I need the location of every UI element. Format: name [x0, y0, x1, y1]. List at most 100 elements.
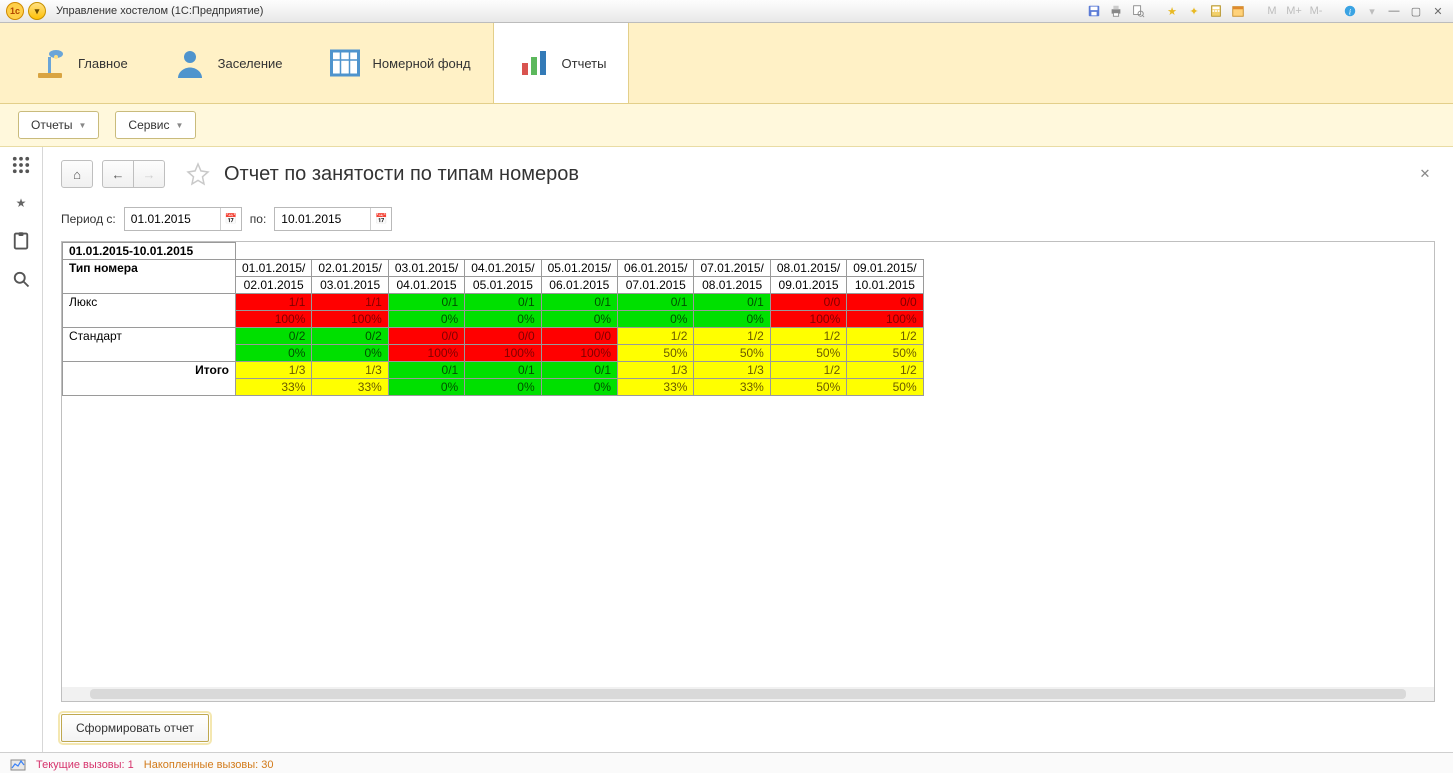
date-range-header: 01.01.2015-10.01.2015	[63, 243, 236, 260]
date-col-header-l2: 03.01.2015	[312, 277, 388, 294]
occupancy-cell: 0/1	[541, 294, 617, 311]
info-icon[interactable]: i	[1341, 3, 1359, 19]
occupancy-cell: 0/0	[465, 328, 541, 345]
occupancy-cell: 0/2	[236, 328, 312, 345]
favorite-list-icon[interactable]: ✦	[1185, 3, 1203, 19]
nav-back-button[interactable]: ←	[102, 160, 134, 188]
occupancy-pct-cell: 50%	[847, 379, 923, 396]
occupancy-cell: 0/2	[312, 328, 388, 345]
separator-icon	[1329, 3, 1337, 19]
date-col-header-l2: 10.01.2015	[847, 277, 923, 294]
nav-reports[interactable]: Отчеты	[493, 23, 630, 103]
occupancy-pct-cell: 0%	[312, 345, 388, 362]
window-titlebar: 1c ▾ Управление хостелом (1С:Предприятие…	[0, 0, 1453, 23]
save-icon[interactable]	[1085, 3, 1103, 19]
generate-report-button[interactable]: Сформировать отчет	[61, 714, 209, 742]
date-col-header-l2: 09.01.2015	[770, 277, 846, 294]
report-container[interactable]: 01.01.2015-10.01.2015Тип номера01.01.201…	[61, 241, 1435, 702]
work-area: ★ ⌂ ← → Отчет по занятости по типам номе…	[0, 147, 1453, 752]
separator-icon	[1251, 3, 1259, 19]
occupancy-cell: 1/2	[847, 328, 923, 345]
calendar-picker-icon[interactable]: 📅	[220, 208, 241, 230]
service-dropdown-button[interactable]: Сервис▼	[115, 111, 196, 139]
occupancy-pct-cell: 50%	[770, 379, 846, 396]
caret-down-icon: ▼	[78, 121, 86, 130]
date-col-header-l1: 02.01.2015/	[312, 260, 388, 277]
left-sidebar: ★	[0, 147, 43, 752]
occupancy-pct-cell: 50%	[694, 345, 770, 362]
window-minimize-icon[interactable]: —	[1385, 3, 1403, 19]
occupancy-pct-cell: 100%	[312, 311, 388, 328]
date-col-header-l2: 04.01.2015	[388, 277, 464, 294]
occupancy-pct-cell: 0%	[694, 311, 770, 328]
app-menu-dropdown-icon[interactable]: ▾	[28, 2, 46, 20]
occupancy-cell: 1/2	[770, 362, 846, 379]
date-col-header-l1: 01.01.2015/	[236, 260, 312, 277]
occupancy-cell: 1/3	[236, 362, 312, 379]
horizontal-scrollbar[interactable]	[62, 687, 1434, 701]
memory-mminus-icon[interactable]: M-	[1307, 3, 1325, 19]
room-type-header: Тип номера	[63, 260, 236, 294]
clipboard-icon[interactable]	[11, 231, 31, 251]
occupancy-cell: 0/0	[770, 294, 846, 311]
status-accum-calls: Накопленные вызовы: 30	[144, 759, 274, 771]
date-from-input[interactable]	[125, 212, 220, 226]
date-col-header-l2: 07.01.2015	[618, 277, 694, 294]
occupancy-pct-cell: 33%	[312, 379, 388, 396]
button-label: Отчеты	[31, 118, 72, 132]
date-col-header-l2: 08.01.2015	[694, 277, 770, 294]
occupancy-cell: 0/1	[541, 362, 617, 379]
home-button[interactable]: ⌂	[61, 160, 93, 188]
caret-down-icon: ▼	[176, 121, 184, 130]
nav-label: Заселение	[218, 56, 283, 71]
date-col-header-l2: 06.01.2015	[541, 277, 617, 294]
nav-forward-button[interactable]: →	[134, 160, 165, 188]
calendar-grid-icon	[327, 45, 363, 81]
close-icon[interactable]: ✕	[1415, 164, 1435, 184]
date-to-input[interactable]	[275, 212, 370, 226]
row-label: Люкс	[63, 294, 236, 328]
occupancy-pct-cell: 100%	[770, 311, 846, 328]
window-maximize-icon[interactable]: ▢	[1407, 3, 1425, 19]
occupancy-pct-cell: 33%	[694, 379, 770, 396]
scroll-thumb[interactable]	[90, 689, 1406, 699]
occupancy-cell: 1/1	[312, 294, 388, 311]
memory-mplus-icon[interactable]: M+	[1285, 3, 1303, 19]
occupancy-cell: 0/0	[847, 294, 923, 311]
date-from-field[interactable]: 📅	[124, 207, 242, 231]
occupancy-pct-cell: 50%	[770, 345, 846, 362]
nav-label: Главное	[78, 56, 128, 71]
nav-rooms[interactable]: Номерной фонд	[305, 23, 493, 103]
nav-label: Номерной фонд	[373, 56, 471, 71]
occupancy-cell: 1/1	[236, 294, 312, 311]
info-dropdown-icon[interactable]: ▾	[1363, 3, 1381, 19]
calendar-icon[interactable]	[1229, 3, 1247, 19]
period-from-label: Период с:	[61, 212, 116, 226]
performance-icon[interactable]	[10, 757, 26, 773]
favorite-add-icon[interactable]: ★	[1163, 3, 1181, 19]
search-icon[interactable]	[11, 269, 31, 289]
memory-m-icon[interactable]: M	[1263, 3, 1281, 19]
print-preview-icon[interactable]	[1129, 3, 1147, 19]
occupancy-cell: 0/1	[465, 362, 541, 379]
calculator-icon[interactable]	[1207, 3, 1225, 19]
status-current-calls: Текущие вызовы: 1	[36, 759, 134, 771]
grid-icon[interactable]	[11, 155, 31, 175]
nav-main[interactable]: Главное	[10, 23, 150, 103]
window-close-icon[interactable]: ✕	[1429, 3, 1447, 19]
date-col-header-l1: 03.01.2015/	[388, 260, 464, 277]
nav-checkin[interactable]: Заселение	[150, 23, 305, 103]
date-col-header-l2: 05.01.2015	[465, 277, 541, 294]
date-col-header-l1: 09.01.2015/	[847, 260, 923, 277]
date-to-field[interactable]: 📅	[274, 207, 392, 231]
row-label: Итого	[63, 362, 236, 396]
reports-dropdown-button[interactable]: Отчеты ▼	[18, 111, 99, 139]
print-icon[interactable]	[1107, 3, 1125, 19]
calendar-picker-icon[interactable]: 📅	[370, 208, 391, 230]
favorite-star-icon[interactable]	[186, 162, 210, 186]
occupancy-pct-cell: 100%	[388, 345, 464, 362]
star-icon[interactable]: ★	[11, 193, 31, 213]
separator-icon	[1151, 3, 1159, 19]
desk-lamp-icon	[32, 45, 68, 81]
occupancy-cell: 0/1	[465, 294, 541, 311]
